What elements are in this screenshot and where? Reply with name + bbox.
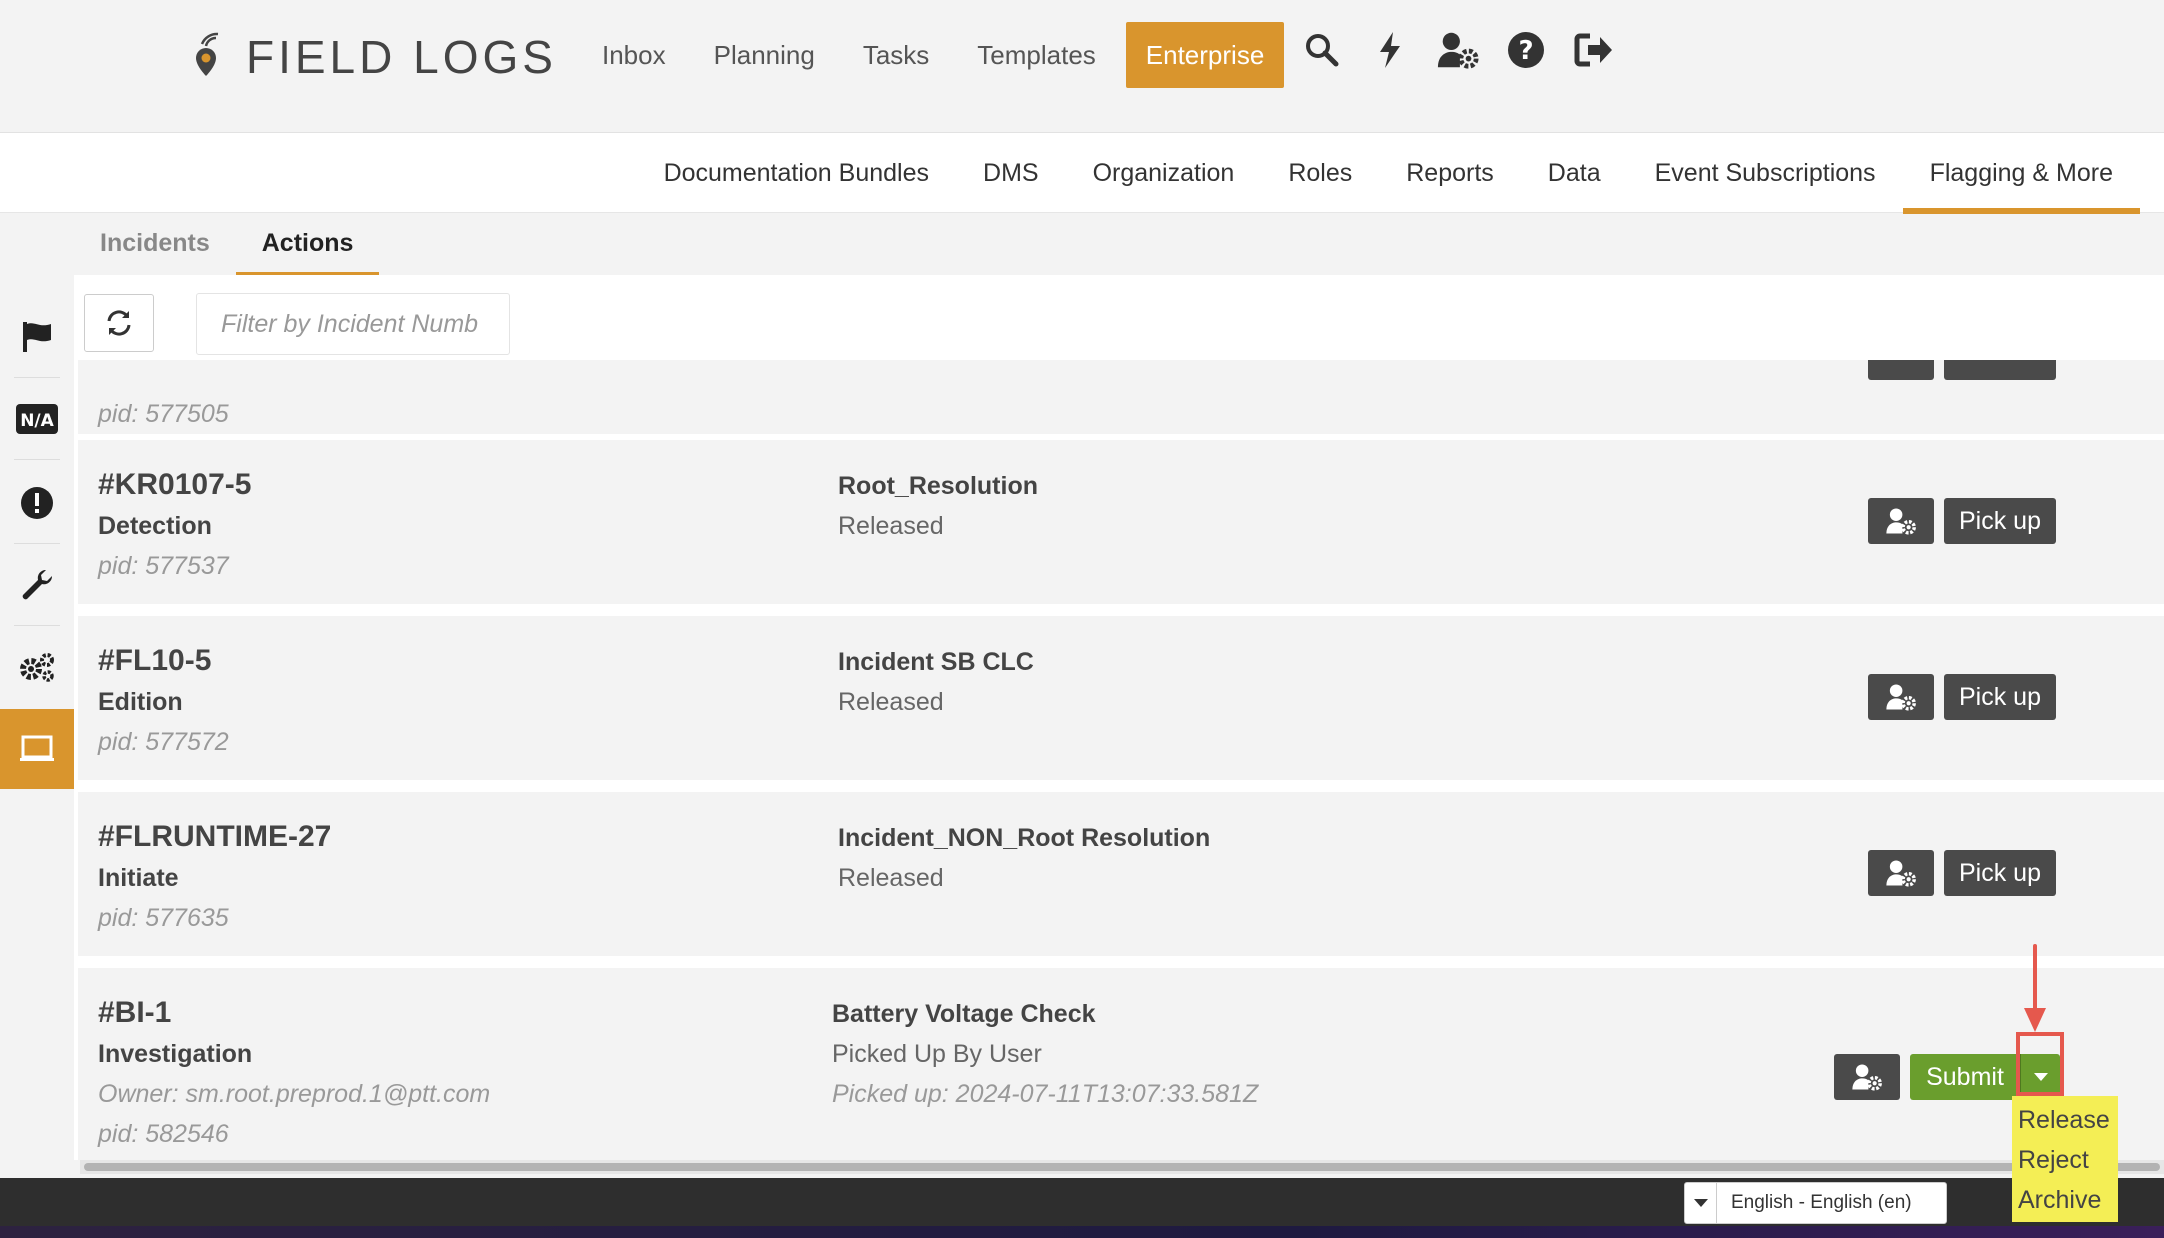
horizontal-scrollbar[interactable]: [80, 1160, 2164, 1174]
pick-up-button[interactable]: Pick up: [1944, 498, 2056, 544]
refresh-icon: [107, 310, 131, 336]
subnav-organization[interactable]: Organization: [1066, 133, 1262, 213]
incident-stage: Detection: [98, 512, 212, 540]
action-status: Released: [838, 864, 944, 892]
wrench-icon[interactable]: [0, 545, 74, 625]
subnav-event-subscriptions[interactable]: Event Subscriptions: [1628, 133, 1903, 213]
footer-band: [0, 1226, 2164, 1238]
nav-planning[interactable]: Planning: [714, 40, 815, 71]
logout-icon[interactable]: [1572, 28, 1616, 72]
brand-name: FIELD LOGS: [246, 31, 557, 83]
incident-number[interactable]: #FLRUNTIME-27: [98, 820, 331, 854]
user-settings-icon: [1886, 508, 1916, 535]
user-settings-icon: [1886, 684, 1916, 711]
actions-list: pid: 577505 #KR0107-5 Detection pid: 577…: [74, 360, 2164, 1160]
nav-enterprise[interactable]: Enterprise: [1125, 22, 1285, 88]
assign-user-button[interactable]: [1868, 850, 1934, 896]
user-settings-icon[interactable]: [1436, 28, 1480, 72]
incident-number[interactable]: #KR0107-5: [98, 468, 251, 502]
nav-tasks[interactable]: Tasks: [863, 40, 929, 71]
not-applicable-icon[interactable]: N/A: [0, 379, 74, 459]
list-item: #FLRUNTIME-27 Initiate pid: 577635 Incid…: [78, 792, 2164, 956]
actions-toolbar: [74, 275, 2164, 360]
svg-text:?: ?: [1518, 36, 1533, 66]
refresh-button[interactable]: [84, 294, 154, 352]
location-signal-icon: [196, 32, 219, 76]
action-name: Root_Resolution: [838, 472, 1038, 500]
gears-icon[interactable]: [0, 627, 74, 707]
user-settings-icon: [1886, 860, 1916, 887]
pid-label: pid: 577505: [98, 400, 229, 428]
subnav-dms[interactable]: DMS: [956, 133, 1066, 213]
enterprise-subnav: Documentation Bundles DMS Organization R…: [0, 133, 2164, 214]
subnav-flagging-more[interactable]: Flagging & More: [1902, 133, 2141, 214]
picked-up-timestamp: Picked up: 2024-07-11T13:07:33.581Z: [832, 1080, 1259, 1108]
pick-up-button[interactable]: [1944, 360, 2056, 380]
list-item: #KR0107-5 Detection pid: 577537 Root_Res…: [78, 440, 2164, 604]
list-item: #BI-1 Investigation Owner: sm.root.prepr…: [78, 968, 2164, 1160]
pid-label: pid: 577537: [98, 552, 229, 580]
pick-up-button[interactable]: Pick up: [1944, 674, 2056, 720]
pid-label: pid: 577635: [98, 904, 229, 932]
list-item: pid: 577505: [78, 360, 2164, 434]
incident-number[interactable]: #FL10-5: [98, 644, 211, 678]
action-name: Incident SB CLC: [838, 648, 1034, 676]
lightning-icon[interactable]: [1368, 28, 1412, 72]
left-sidebar: N/A: [0, 213, 74, 1178]
incident-stage: Initiate: [98, 864, 179, 892]
brand-logo[interactable]: FIELD LOGS: [192, 30, 557, 84]
search-icon[interactable]: [1300, 28, 1344, 72]
assign-user-button[interactable]: [1868, 498, 1934, 544]
language-label: English - English (en): [1731, 1192, 1912, 1213]
svg-text:N/A: N/A: [20, 411, 54, 431]
user-settings-icon: [1852, 1064, 1882, 1091]
incident-stage: Edition: [98, 688, 183, 716]
incident-tabs: Incidents Actions: [74, 213, 380, 275]
assign-user-button[interactable]: [1868, 360, 1934, 380]
menu-item-reject[interactable]: Reject: [2012, 1140, 2118, 1180]
incident-stage: Investigation: [98, 1040, 253, 1068]
action-name: Incident_NON_Root Resolution: [838, 824, 1211, 852]
tab-actions[interactable]: Actions: [235, 213, 380, 275]
action-status: Picked Up By User: [832, 1040, 1042, 1068]
language-selector[interactable]: English - English (en): [1684, 1182, 1947, 1224]
main-nav: Inbox Planning Tasks Templates Enterpris…: [578, 22, 1285, 88]
assign-user-button[interactable]: [1834, 1054, 1900, 1100]
nav-templates[interactable]: Templates: [977, 40, 1096, 71]
header-icons: ?: [1300, 28, 1640, 72]
action-name: Battery Voltage Check: [832, 1000, 1096, 1028]
list-item: #FL10-5 Edition pid: 577572 Incident SB …: [78, 616, 2164, 780]
pick-up-button[interactable]: Pick up: [1944, 850, 2056, 896]
monitor-icon[interactable]: [0, 709, 74, 789]
top-header: FIELD LOGS Inbox Planning Tasks Template…: [0, 0, 2164, 133]
alert-icon[interactable]: [0, 463, 74, 543]
subnav-reports[interactable]: Reports: [1379, 133, 1521, 213]
menu-item-release[interactable]: Release: [2012, 1100, 2118, 1140]
menu-item-archive[interactable]: Archive: [2012, 1180, 2118, 1220]
pid-label: pid: 582546: [98, 1120, 229, 1148]
subnav-roles[interactable]: Roles: [1261, 133, 1379, 213]
tab-incidents[interactable]: Incidents: [74, 213, 236, 275]
owner-label: Owner: sm.root.preprod.1@ptt.com: [98, 1080, 491, 1108]
subnav-data[interactable]: Data: [1521, 133, 1628, 213]
submit-button[interactable]: Submit: [1910, 1054, 2020, 1100]
pid-label: pid: 577572: [98, 728, 229, 756]
action-status: Released: [838, 688, 944, 716]
nav-inbox[interactable]: Inbox: [602, 40, 666, 71]
submit-options-menu: Release Reject Archive: [2012, 1096, 2118, 1222]
flag-icon[interactable]: [0, 297, 74, 377]
incident-number[interactable]: #BI-1: [98, 996, 171, 1030]
scrollbar-thumb[interactable]: [84, 1163, 2160, 1171]
caret-down-icon: [1685, 1183, 1717, 1223]
assign-user-button[interactable]: [1868, 674, 1934, 720]
incident-filter-input[interactable]: [196, 293, 510, 355]
annotation-highlight: [2016, 1032, 2064, 1096]
annotation-arrow: [2024, 944, 2046, 1032]
help-icon[interactable]: ?: [1504, 28, 1548, 72]
subnav-documentation-bundles[interactable]: Documentation Bundles: [637, 133, 956, 213]
action-status: Released: [838, 512, 944, 540]
